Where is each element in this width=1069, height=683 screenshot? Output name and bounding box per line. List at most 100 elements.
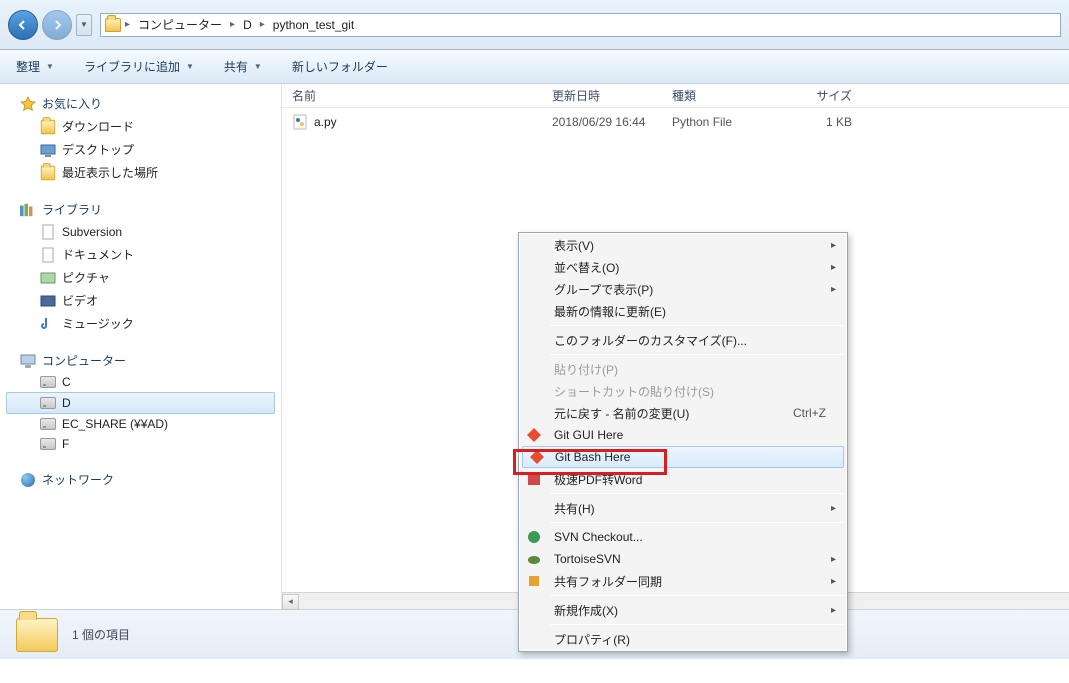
chevron-right-icon: ▸	[125, 19, 130, 30]
submenu-arrow-icon: ▸	[831, 240, 836, 251]
chevron-right-icon: ▸	[260, 19, 265, 30]
sidebar-item-pictures[interactable]: ピクチャ	[0, 266, 281, 289]
sidebar-item-label: 最近表示した場所	[62, 164, 158, 181]
ctx-tortoise[interactable]: TortoiseSVN▸	[520, 548, 846, 570]
sidebar-network-header[interactable]: ネットワーク	[0, 468, 281, 491]
ctx-git-bash[interactable]: Git Bash Here	[522, 446, 844, 468]
ctx-share[interactable]: 共有(H) ▸	[520, 497, 846, 519]
ctx-label: 极速PDF转Word	[554, 471, 642, 488]
submenu-arrow-icon: ▸	[831, 554, 836, 565]
ctx-sort[interactable]: 並べ替え(O)▸	[520, 256, 846, 278]
ctx-svn-checkout[interactable]: SVN Checkout...	[520, 526, 846, 548]
sidebar-item-label: ピクチャ	[62, 269, 110, 286]
titlebar: ▼ ▸ コンピューター ▸ D ▸ python_test_git	[0, 0, 1069, 50]
submenu-arrow-icon: ▸	[831, 503, 836, 514]
ctx-sync[interactable]: 共有フォルダー同期▸	[520, 570, 846, 592]
sidebar-favorites-header[interactable]: お気に入り	[0, 92, 281, 115]
sidebar: お気に入り ダウンロード デスクトップ 最近表示した場所 ライブラリ Subve…	[0, 84, 282, 609]
sidebar-item-downloads[interactable]: ダウンロード	[0, 115, 281, 138]
sidebar-item-drive-d[interactable]: D	[6, 392, 275, 414]
sidebar-item-desktop[interactable]: デスクトップ	[0, 138, 281, 161]
ctx-separator	[550, 325, 844, 326]
chevron-down-icon: ▼	[46, 62, 54, 71]
nav-forward-button[interactable]	[42, 10, 72, 40]
sidebar-item-drive-f[interactable]: F	[0, 434, 281, 454]
ctx-label: 並べ替え(O)	[554, 259, 619, 276]
drive-icon	[40, 376, 56, 388]
ctx-shortcut: Ctrl+Z	[793, 406, 826, 420]
sidebar-item-documents[interactable]: ドキュメント	[0, 243, 281, 266]
sidebar-item-label: EC_SHARE (¥¥AD)	[62, 417, 168, 431]
python-file-icon	[292, 114, 308, 130]
ctx-label: プロパティ(R)	[554, 631, 630, 648]
ctx-view[interactable]: 表示(V) ▸	[520, 234, 846, 256]
address-bar[interactable]: ▸ コンピューター ▸ D ▸ python_test_git	[100, 13, 1061, 37]
drive-icon	[40, 418, 56, 430]
toolbar-organize[interactable]: 整理 ▼	[10, 55, 60, 78]
file-row[interactable]: a.py 2018/06/29 16:44 Python File 1 KB	[282, 108, 1069, 130]
toolbar-addlib-label: ライブラリに追加	[84, 58, 180, 75]
sidebar-computer-header[interactable]: コンピューター	[0, 349, 281, 372]
toolbar-share[interactable]: 共有▼	[218, 55, 268, 78]
ctx-refresh[interactable]: 最新の情報に更新(E)	[520, 300, 846, 322]
toolbar: 整理 ▼ ライブラリに追加▼ 共有▼ 新しいフォルダー	[0, 50, 1069, 84]
sidebar-item-label: D	[62, 396, 71, 410]
sidebar-item-subversion[interactable]: Subversion	[0, 221, 281, 243]
ctx-properties[interactable]: プロパティ(R)	[520, 628, 846, 650]
network-icon	[20, 472, 36, 488]
arrow-left-icon	[18, 20, 28, 30]
sidebar-item-label: ドキュメント	[62, 246, 134, 263]
submenu-arrow-icon: ▸	[831, 284, 836, 295]
column-header-type[interactable]: 種類	[662, 87, 782, 104]
status-text: 1 個の項目	[72, 626, 130, 643]
ctx-label: 表示(V)	[554, 237, 594, 254]
ctx-pdf[interactable]: 极速PDF转Word	[520, 468, 846, 490]
sidebar-item-videos[interactable]: ビデオ	[0, 289, 281, 312]
toolbar-add-library[interactable]: ライブラリに追加▼	[78, 55, 200, 78]
sidebar-item-drive-c[interactable]: C	[0, 372, 281, 392]
toolbar-newfolder-label: 新しいフォルダー	[292, 58, 388, 75]
sidebar-libraries-header[interactable]: ライブラリ	[0, 198, 281, 221]
ctx-new[interactable]: 新規作成(X)▸	[520, 599, 846, 621]
ctx-customize[interactable]: このフォルダーのカスタマイズ(F)...	[520, 329, 846, 351]
ctx-group[interactable]: グループで表示(P)▸	[520, 278, 846, 300]
folder-icon	[16, 618, 58, 652]
arrow-right-icon	[52, 20, 62, 30]
ctx-label: 共有(H)	[554, 500, 595, 517]
breadcrumb-drive[interactable]: D	[239, 16, 256, 34]
column-header-date[interactable]: 更新日時	[542, 87, 662, 104]
column-header-name[interactable]: 名前	[282, 87, 542, 104]
pdf-icon	[526, 471, 542, 487]
ctx-label: 貼り付け(P)	[554, 361, 618, 378]
sidebar-item-drive-ecshare[interactable]: EC_SHARE (¥¥AD)	[0, 414, 281, 434]
breadcrumb-root[interactable]: コンピューター	[134, 14, 226, 35]
ctx-separator	[550, 595, 844, 596]
toolbar-new-folder[interactable]: 新しいフォルダー	[286, 55, 394, 78]
ctx-label: ショートカットの貼り付け(S)	[554, 383, 714, 400]
ctx-separator	[550, 522, 844, 523]
context-menu: 表示(V)▸ 並べ替え(O)▸ グループで表示(P)▸ 最新の情報に更新(E) …	[518, 232, 848, 652]
ctx-label: 新規作成(X)	[554, 602, 618, 619]
breadcrumb-folder[interactable]: python_test_git	[269, 16, 358, 34]
video-icon	[40, 293, 56, 309]
ctx-label: SVN Checkout...	[554, 530, 643, 544]
toolbar-organize-label: 整理	[16, 58, 40, 75]
ctx-paste: 貼り付け(P)	[520, 358, 846, 380]
ctx-label: 共有フォルダー同期	[554, 573, 662, 590]
nav-history-dropdown[interactable]: ▼	[76, 14, 92, 36]
ctx-label: 元に戻す - 名前の変更(U)	[554, 405, 689, 422]
column-header-size[interactable]: サイズ	[782, 87, 862, 104]
sidebar-item-recent[interactable]: 最近表示した場所	[0, 161, 281, 184]
folder-icon	[41, 119, 55, 133]
sidebar-item-music[interactable]: ミュージック	[0, 312, 281, 335]
document-icon	[40, 247, 56, 263]
ctx-git-gui[interactable]: Git GUI Here	[520, 424, 846, 446]
sidebar-computer: コンピューター C D EC_SHARE (¥¥AD) F	[0, 349, 281, 454]
sidebar-favorites-label: お気に入り	[42, 95, 102, 112]
nav-back-button[interactable]	[8, 10, 38, 40]
sidebar-item-label: ビデオ	[62, 292, 98, 309]
document-icon	[40, 224, 56, 240]
ctx-undo[interactable]: 元に戻す - 名前の変更(U) Ctrl+Z	[520, 402, 846, 424]
scroll-left-button[interactable]: ◂	[282, 594, 299, 610]
file-size: 1 KB	[782, 115, 862, 129]
